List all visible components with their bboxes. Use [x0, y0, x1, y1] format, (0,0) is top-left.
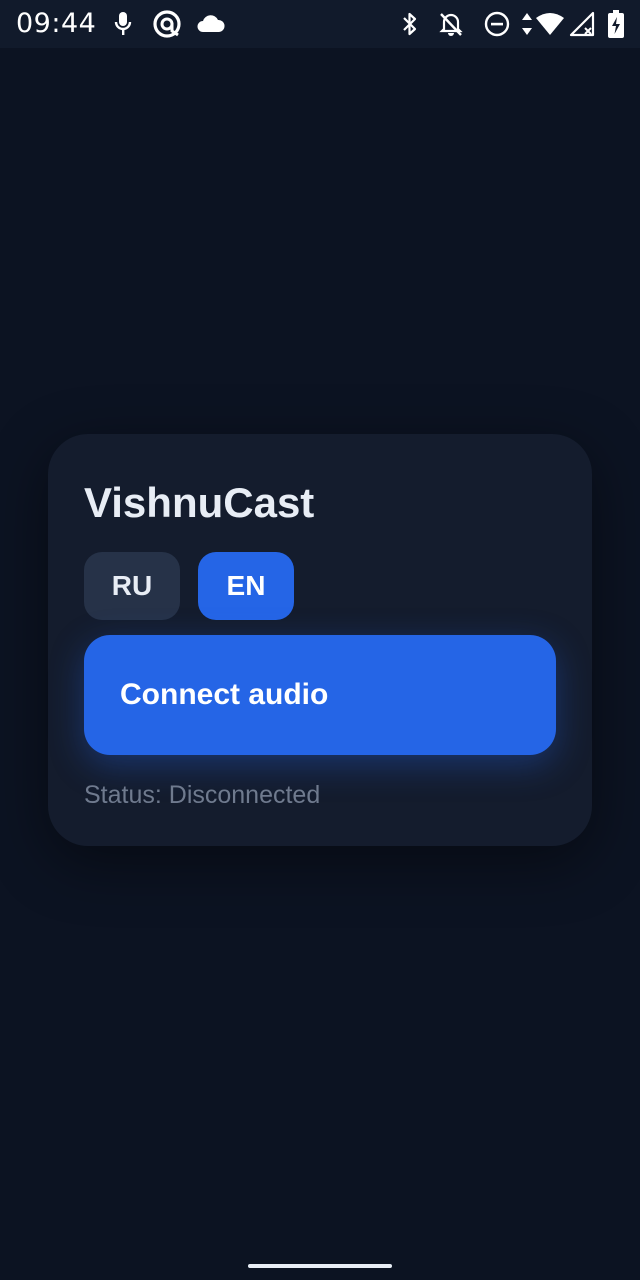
app-title: VishnuCast [84, 479, 315, 526]
data-arrows-icon [520, 0, 534, 48]
status-time: 09:44 [16, 8, 97, 39]
app-card: VishnuCast RU EN Connect audio Status: D… [48, 434, 592, 846]
bluetooth-icon [398, 0, 422, 48]
do-not-disturb-icon [482, 0, 512, 48]
wifi-icon [534, 0, 566, 48]
language-ru-button[interactable]: RU [84, 552, 180, 620]
connect-audio-button[interactable]: Connect audio [84, 635, 556, 755]
battery-charging-icon [604, 0, 628, 48]
at-sign-icon [150, 0, 184, 48]
bell-off-icon [436, 0, 466, 48]
signal-icon [568, 0, 596, 48]
home-indicator[interactable] [248, 1264, 392, 1268]
microphone-icon [110, 0, 136, 48]
language-en-button[interactable]: EN [198, 552, 294, 620]
status-bar: 09:44 [0, 0, 640, 48]
cloud-icon [196, 0, 226, 48]
connection-status: Status: Disconnected [84, 781, 321, 809]
